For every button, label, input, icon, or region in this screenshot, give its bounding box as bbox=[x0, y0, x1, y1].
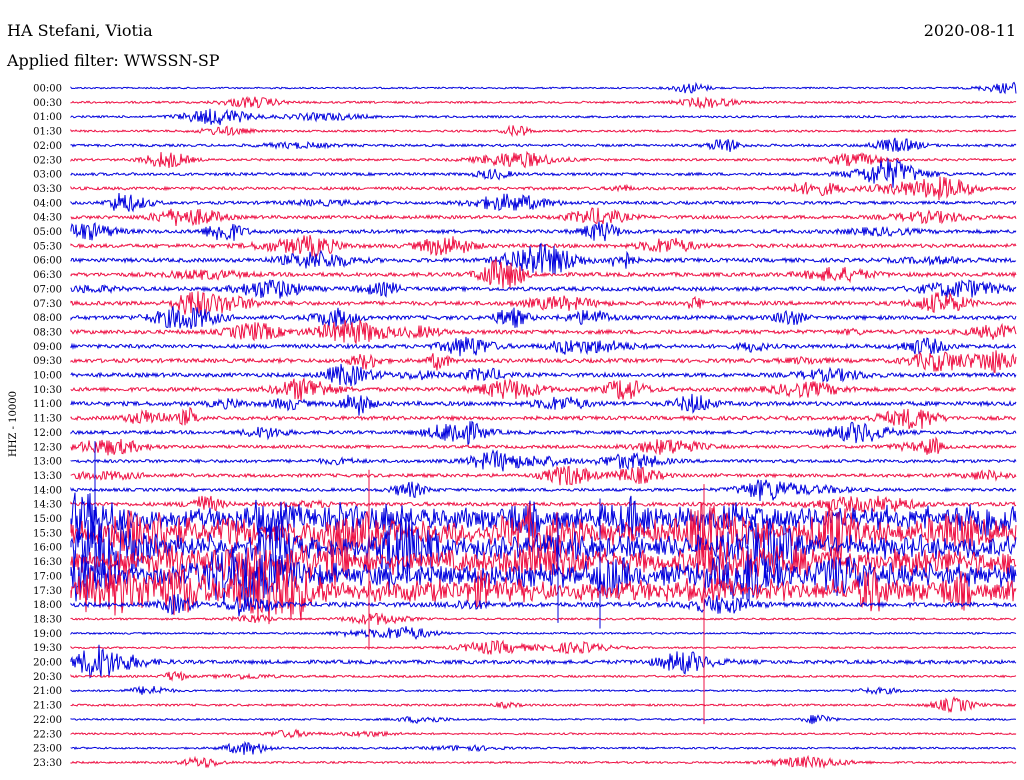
trace-row bbox=[70, 336, 1017, 357]
row-time-label: 23:30 bbox=[33, 758, 62, 769]
trace-row bbox=[70, 258, 1017, 290]
trace-row bbox=[70, 696, 1017, 714]
row-time-label: 14:00 bbox=[33, 485, 62, 496]
row-time-label: 16:30 bbox=[33, 557, 62, 568]
row-time-label: 18:30 bbox=[33, 614, 62, 625]
row-time-label: 13:00 bbox=[33, 457, 62, 468]
row-time-label: 03:30 bbox=[33, 184, 62, 195]
trace-row bbox=[70, 207, 1017, 227]
trace-row bbox=[70, 95, 1017, 110]
trace-row bbox=[70, 612, 1017, 625]
row-time-label: 07:00 bbox=[33, 284, 62, 295]
trace-row bbox=[70, 242, 1017, 275]
trace-row bbox=[70, 378, 1017, 402]
row-time-label: 02:30 bbox=[33, 155, 62, 166]
row-time-label: 10:00 bbox=[33, 371, 62, 382]
row-time-label: 08:30 bbox=[33, 327, 62, 338]
trace-row bbox=[70, 593, 1017, 617]
row-time-label: 15:00 bbox=[33, 514, 62, 525]
row-time-label: 05:00 bbox=[33, 227, 62, 238]
trace-row bbox=[70, 546, 1017, 607]
row-time-label: 10:30 bbox=[33, 385, 62, 396]
trace-row bbox=[70, 420, 1017, 447]
trace-row bbox=[70, 436, 1017, 456]
helicorder-page: HA Stefani, Viotia 2020-08-11 Applied fi… bbox=[0, 0, 1024, 780]
helicorder-plot: HHZ - 10000 00:00 00:30 01:00 01:30 02:00 02:3… bbox=[8, 81, 1017, 769]
row-time-label: 06:00 bbox=[33, 256, 62, 267]
row-time-label: 03:00 bbox=[33, 170, 62, 181]
y-axis-label: HHZ - 10000 bbox=[8, 391, 19, 457]
row-time-label: 11:00 bbox=[33, 399, 62, 410]
trace-row bbox=[70, 495, 1017, 514]
row-time-label: 19:00 bbox=[33, 629, 62, 640]
trace-row bbox=[70, 465, 1017, 486]
trace-row bbox=[70, 479, 1017, 502]
trace-row bbox=[70, 158, 1017, 188]
trace-row bbox=[70, 137, 1017, 152]
row-time-label: 22:30 bbox=[33, 729, 62, 740]
trace-row bbox=[70, 626, 1017, 641]
trace-row bbox=[70, 193, 1017, 213]
row-time-label: 01:30 bbox=[33, 127, 62, 138]
row-time-label: 16:00 bbox=[33, 543, 62, 554]
row-time-label: 06:30 bbox=[33, 270, 62, 281]
row-time-label: 12:30 bbox=[33, 442, 62, 453]
row-time-label: 12:00 bbox=[33, 428, 62, 439]
row-time-label: 14:30 bbox=[33, 500, 62, 511]
row-time-label: 22:00 bbox=[33, 715, 62, 726]
row-time-label: 07:30 bbox=[33, 299, 62, 310]
row-time-label: 04:00 bbox=[33, 198, 62, 209]
row-time-label: 21:30 bbox=[33, 701, 62, 712]
row-time-label: 13:30 bbox=[33, 471, 62, 482]
trace-row bbox=[70, 670, 1017, 682]
trace-row bbox=[70, 714, 1017, 725]
trace-row bbox=[70, 363, 1017, 387]
row-time-label: 04:30 bbox=[33, 213, 62, 224]
trace-row bbox=[70, 81, 1017, 95]
row-time-label: 01:00 bbox=[33, 112, 62, 123]
row-time-label: 08:00 bbox=[33, 313, 62, 324]
trace-row bbox=[70, 350, 1017, 374]
trace-row bbox=[70, 221, 1017, 242]
trace-row bbox=[70, 740, 1016, 755]
trace-row bbox=[70, 754, 1017, 769]
row-time-label: 05:30 bbox=[33, 241, 62, 252]
trace-row bbox=[70, 150, 1017, 169]
row-time-label: 23:00 bbox=[33, 744, 62, 755]
row-time-label: 19:30 bbox=[33, 643, 62, 654]
trace-row bbox=[70, 728, 1017, 739]
row-time-label: 11:30 bbox=[33, 414, 62, 425]
row-time-label: 21:00 bbox=[33, 686, 62, 697]
trace-row bbox=[70, 449, 1017, 472]
row-time-label: 02:00 bbox=[33, 141, 62, 152]
trace-row bbox=[70, 124, 1017, 138]
row-time-label: 09:30 bbox=[33, 356, 62, 367]
trace-row bbox=[70, 393, 1017, 416]
row-time-label: 00:00 bbox=[33, 84, 62, 95]
row-time-label: 20:00 bbox=[33, 658, 62, 669]
row-time-label: 09:00 bbox=[33, 342, 62, 353]
row-time-label: 20:30 bbox=[33, 672, 62, 683]
trace-row bbox=[70, 291, 1017, 316]
trace-row bbox=[70, 108, 1017, 126]
row-time-label: 15:30 bbox=[33, 528, 62, 539]
row-time-label: 18:00 bbox=[33, 600, 62, 611]
trace-row bbox=[70, 685, 1017, 696]
trace-row bbox=[70, 406, 1017, 430]
row-time-label: 17:00 bbox=[33, 571, 62, 582]
row-time-label: 17:30 bbox=[33, 586, 62, 597]
row-time-label: 00:30 bbox=[33, 98, 62, 109]
trace-row bbox=[70, 639, 1017, 655]
